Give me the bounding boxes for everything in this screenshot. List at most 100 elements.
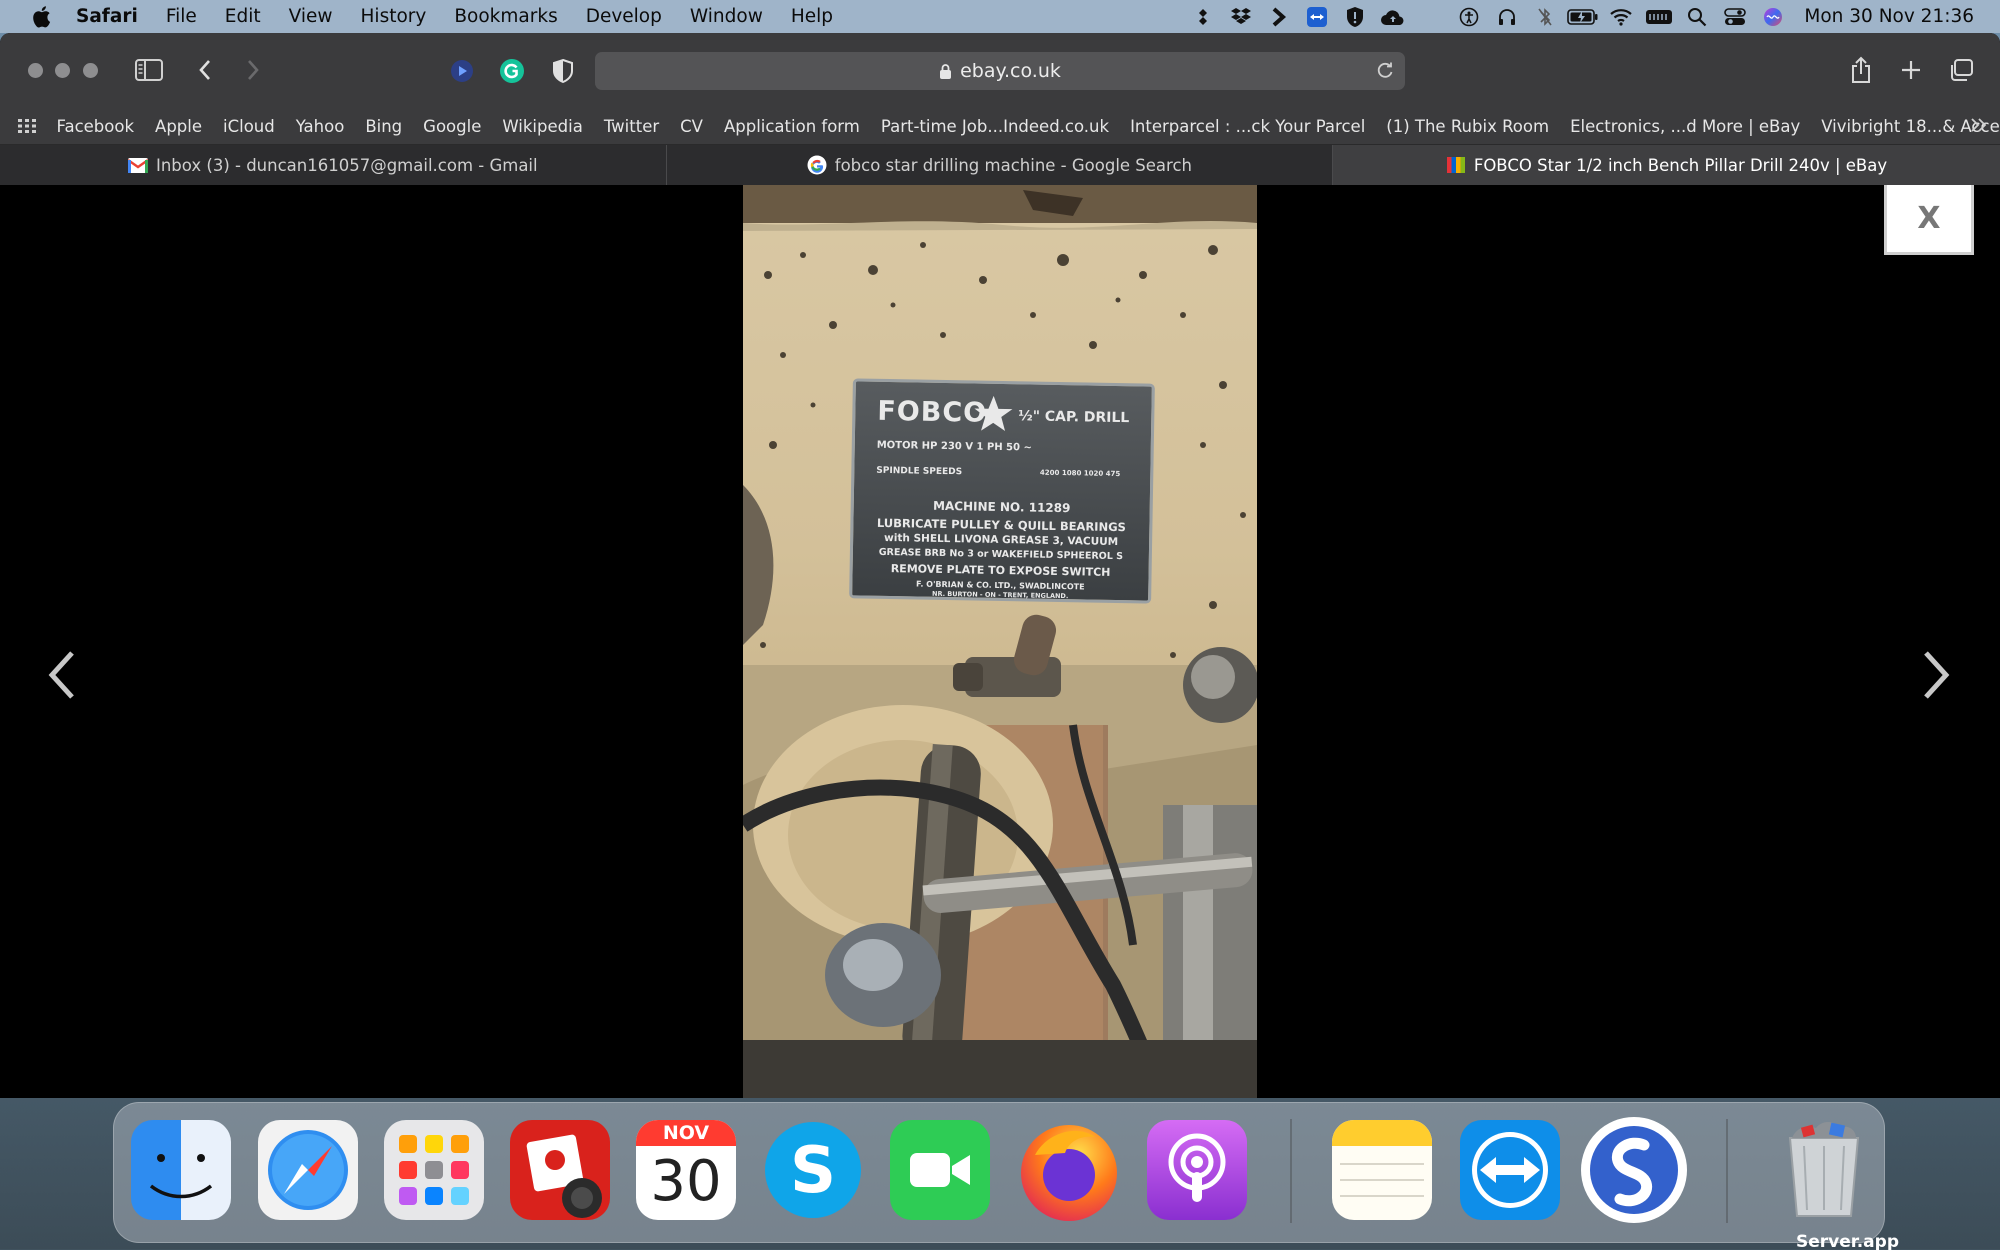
menu-file[interactable]: File bbox=[152, 0, 211, 33]
notes-icon[interactable] bbox=[1332, 1120, 1432, 1220]
bookmark-item[interactable]: Apple bbox=[145, 117, 213, 136]
teamviewer-status-icon[interactable] bbox=[1298, 0, 1336, 33]
bookmark-item[interactable]: Wikipedia bbox=[492, 117, 593, 136]
bookmark-item[interactable]: Google bbox=[413, 117, 492, 136]
bookmark-item[interactable]: iCloud bbox=[213, 117, 286, 136]
tab-ebay[interactable]: FOBCO Star 1/2 inch Bench Pillar Drill 2… bbox=[1333, 145, 2000, 185]
apple-menu-icon[interactable] bbox=[24, 0, 58, 33]
teamviewer-icon[interactable] bbox=[1460, 1120, 1560, 1220]
plate-cap: ½" CAP. DRILL bbox=[1018, 408, 1130, 427]
more-bookmarks-chevron-icon[interactable] bbox=[1970, 117, 1988, 137]
cloud-upload-icon[interactable] bbox=[1374, 0, 1412, 33]
privacy-shield-icon[interactable] bbox=[549, 57, 577, 85]
grammarly-icon[interactable] bbox=[498, 57, 526, 85]
finder-icon[interactable] bbox=[131, 1120, 231, 1220]
menu-bar: Safari File Edit View History Bookmarks … bbox=[0, 0, 2000, 33]
menu-view[interactable]: View bbox=[275, 0, 347, 33]
menu-window[interactable]: Window bbox=[676, 0, 777, 33]
spotlight-search-icon[interactable] bbox=[1678, 0, 1716, 33]
forward-button[interactable] bbox=[240, 55, 266, 85]
tab-label: Inbox (3) - duncan161057@gmail.com - Gma… bbox=[155, 155, 538, 175]
clock[interactable]: Mon 30 Nov 21:36 bbox=[1804, 6, 1974, 27]
plate-brand: FOBCO bbox=[877, 395, 988, 429]
calendar-icon[interactable]: NOV 30 bbox=[636, 1120, 736, 1220]
apps-grid-icon[interactable] bbox=[18, 119, 36, 133]
keyboard-battery-icon[interactable] bbox=[1640, 0, 1678, 33]
bookmark-item[interactable]: Bing bbox=[355, 117, 413, 136]
close-viewer-button[interactable]: X bbox=[1884, 185, 1974, 255]
menu-develop[interactable]: Develop bbox=[572, 0, 676, 33]
trash-icon[interactable] bbox=[1774, 1120, 1874, 1220]
firefox-icon[interactable] bbox=[1015, 1115, 1123, 1223]
previous-image-arrow-icon[interactable] bbox=[36, 645, 86, 705]
tab-label: FOBCO Star 1/2 inch Bench Pillar Drill 2… bbox=[1473, 155, 1888, 175]
bookmarks-bar: Facebook Apple iCloud Yahoo Bing Google … bbox=[0, 108, 2000, 145]
tab-overview-icon[interactable] bbox=[1946, 55, 1976, 85]
launchpad-icon[interactable] bbox=[384, 1120, 484, 1220]
bookmark-item[interactable]: Interparcel : ...ck Your Parcel bbox=[1120, 117, 1376, 136]
zoom-window-button[interactable] bbox=[83, 63, 98, 78]
headphones-icon[interactable] bbox=[1488, 0, 1526, 33]
bookmark-item[interactable]: Yahoo bbox=[285, 117, 355, 136]
calendar-month: NOV bbox=[636, 1120, 736, 1146]
accessibility-icon[interactable] bbox=[1450, 0, 1488, 33]
safari-icon[interactable] bbox=[258, 1120, 358, 1220]
bookmark-item[interactable]: Twitter bbox=[593, 117, 669, 136]
safari-window: ebay.co.uk Facebook Apple iCloud Yahoo B… bbox=[0, 33, 2000, 1098]
menu-edit[interactable]: Edit bbox=[211, 0, 275, 33]
battery-charging-icon[interactable] bbox=[1564, 0, 1602, 33]
plate-motor: MOTOR HP 230 V 1 PH 50 ~ bbox=[876, 439, 1032, 454]
ebay-icon bbox=[1446, 155, 1466, 175]
moon-icon[interactable] bbox=[1412, 0, 1450, 33]
podcasts-icon[interactable] bbox=[1147, 1120, 1247, 1220]
menu-bookmarks[interactable]: Bookmarks bbox=[440, 0, 571, 33]
star-icon bbox=[974, 395, 1013, 432]
photo-scene bbox=[743, 185, 1257, 1098]
shield-icon[interactable] bbox=[1336, 0, 1374, 33]
wifi-icon[interactable] bbox=[1602, 0, 1640, 33]
minimize-window-button[interactable] bbox=[55, 63, 70, 78]
bluetooth-off-icon[interactable] bbox=[1526, 0, 1564, 33]
desktop-item-caption: Server.app bbox=[1796, 1232, 1899, 1250]
back-button[interactable] bbox=[192, 55, 218, 85]
gmail-icon bbox=[127, 157, 148, 173]
next-image-arrow-icon[interactable] bbox=[1912, 645, 1962, 705]
address-bar[interactable]: ebay.co.uk bbox=[595, 52, 1405, 90]
dock-divider bbox=[1726, 1119, 1728, 1223]
tab-gmail[interactable]: Inbox (3) - duncan161057@gmail.com - Gma… bbox=[0, 145, 667, 185]
siri-icon[interactable] bbox=[1754, 0, 1792, 33]
bookmark-item[interactable]: (1) The Rubix Room bbox=[1376, 117, 1560, 136]
plate-line-4: REMOVE PLATE TO EXPOSE SWITCH bbox=[890, 562, 1111, 579]
dropbox-icon[interactable] bbox=[1222, 0, 1260, 33]
bookmark-item[interactable]: Facebook bbox=[46, 117, 145, 136]
bookmark-item[interactable]: Part-time Job...Indeed.co.uk bbox=[870, 117, 1119, 136]
extension-play-icon[interactable] bbox=[448, 57, 476, 85]
skype-icon[interactable]: S bbox=[763, 1120, 863, 1220]
tab-bar: Inbox (3) - duncan161057@gmail.com - Gma… bbox=[0, 145, 2000, 185]
menu-history[interactable]: History bbox=[347, 0, 441, 33]
menu-safari[interactable]: Safari bbox=[58, 0, 152, 33]
facetime-icon[interactable] bbox=[890, 1120, 990, 1220]
sidebar-toggle-icon[interactable] bbox=[134, 55, 164, 85]
simplenote-icon[interactable] bbox=[1579, 1115, 1689, 1225]
bookmark-item[interactable]: Electronics, ...d More | eBay bbox=[1560, 117, 1811, 136]
svg-text:S: S bbox=[790, 1134, 836, 1208]
reload-icon[interactable] bbox=[1375, 60, 1395, 85]
chevron-right-icon[interactable] bbox=[1260, 0, 1298, 33]
image-viewer: FOBCO ½" CAP. DRILL MOTOR HP 230 V 1 PH … bbox=[0, 185, 2000, 1098]
menu-help[interactable]: Help bbox=[777, 0, 847, 33]
butterfly-icon[interactable] bbox=[1184, 0, 1222, 33]
tab-google-search[interactable]: fobco star drilling machine - Google Sea… bbox=[667, 145, 1334, 185]
browser-toolbar: ebay.co.uk bbox=[0, 33, 2000, 108]
control-center-icon[interactable] bbox=[1716, 0, 1754, 33]
plate-line-2: with SHELL LIVONA GREASE 3, VACUUM bbox=[883, 531, 1119, 549]
new-tab-icon[interactable] bbox=[1898, 55, 1924, 85]
close-window-button[interactable] bbox=[28, 63, 43, 78]
specification-plate: FOBCO ½" CAP. DRILL MOTOR HP 230 V 1 PH … bbox=[849, 378, 1155, 604]
status-area: Mon 30 Nov 21:36 bbox=[1184, 0, 2000, 33]
bookmark-item[interactable]: CV bbox=[670, 117, 714, 136]
photo-booth-icon[interactable] bbox=[510, 1120, 610, 1220]
dock-divider bbox=[1290, 1119, 1292, 1223]
bookmark-item[interactable]: Application form bbox=[713, 117, 870, 136]
share-icon[interactable] bbox=[1848, 53, 1874, 87]
